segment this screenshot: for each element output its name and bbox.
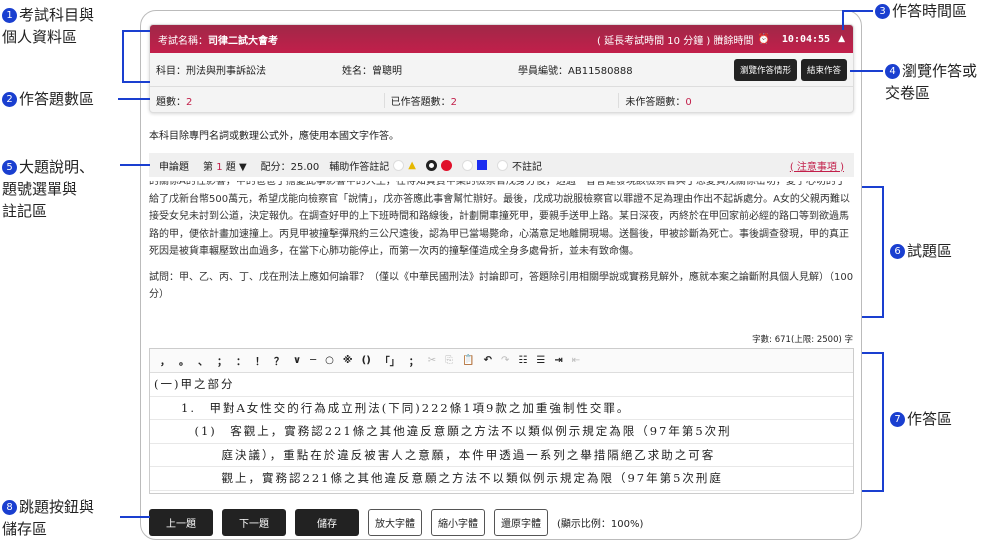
annotation-7: 7 作答區 bbox=[890, 408, 952, 430]
paste-icon[interactable]: 📋 bbox=[462, 355, 474, 366]
question-counts: 題數：2 已作答題數：2 未作答題數：0 bbox=[150, 87, 853, 112]
numbered-list-icon[interactable]: ☷ bbox=[518, 355, 527, 366]
punct-button[interactable]: ∨ bbox=[293, 355, 301, 366]
annotation-1: 1 考試科目與 個人資料區 bbox=[2, 6, 95, 46]
punct-button[interactable]: 「」 bbox=[380, 353, 400, 368]
notice-link[interactable]: ( 注意事項 ) bbox=[790, 158, 844, 173]
bullet-list-icon[interactable]: ☰ bbox=[536, 355, 545, 366]
annotation-8: 8 跳題按鈕與 儲存區 bbox=[2, 498, 95, 538]
alarm-icon: ⏰ bbox=[757, 33, 770, 45]
mark-radio-triangle[interactable] bbox=[393, 159, 405, 171]
editor-toolbar: ， 。、 ； ： ！ ？ ∨ ─ ○ ※ () 「」 ； ✂ ⎘ 📋 ↶ ↷ ☷ ☰ ⇥ ⇤ bbox=[150, 349, 853, 373]
undo-icon[interactable]: ↶ bbox=[484, 355, 492, 366]
annotation-2: 2 作答題數區 bbox=[2, 88, 94, 110]
unanswered-count: 未作答題數：0 bbox=[625, 96, 692, 108]
no-mark-label: 不註記 bbox=[511, 161, 542, 173]
mark-radio-none[interactable] bbox=[496, 159, 508, 171]
punct-button[interactable]: 。 bbox=[179, 353, 189, 368]
exam-name: 司律二試大會考 bbox=[208, 35, 278, 47]
answer-editor: ， 。、 ； ： ！ ？ ∨ ─ ○ ※ () 「」 ； ✂ ⎘ 📋 ↶ ↷ ☷ ☰ ⇥ ⇤ (一)甲之部分 1. 甲對A… bbox=[149, 348, 854, 494]
timer: 10:04:55 bbox=[781, 33, 831, 45]
font-increase-button[interactable]: 放大字體 bbox=[368, 509, 422, 536]
student-info: 科目：刑法與刑事訴訟法 姓名：曾聰明 學員編號：AB11580888 瀏覽作答情… bbox=[150, 53, 853, 87]
annotation-6: 6 試題區 bbox=[890, 240, 952, 262]
punct-button[interactable]: ， bbox=[160, 353, 170, 368]
subject: 科目：刑法與刑事訴訟法 bbox=[156, 66, 266, 77]
answer-line: 庭決議），重點在於違反被害人之意願，本件甲透過一系列之舉措隔絕乙求助之可客 bbox=[150, 444, 853, 467]
answer-line: (1) 客觀上，實務認221條之其他違反意願之方法不以類似例示規定為限（97年第… bbox=[150, 420, 853, 444]
navigation-bar: 上一題 下一題 儲存 放大字體 縮小字體 還原字體 (顯示比例：100%) bbox=[149, 509, 643, 536]
dropdown-icon: ▼ bbox=[238, 161, 247, 173]
outdent-icon[interactable]: ⇤ bbox=[572, 355, 580, 366]
punct-button[interactable]: ！ bbox=[255, 353, 265, 368]
answer-line: 觀上，實務認221條之其他違反意願之方法不以類似例示規定為限（97年第5次刑庭 bbox=[150, 467, 853, 491]
exam-label: 考試名稱： bbox=[158, 35, 208, 47]
question-selector[interactable]: 第 1 題 ▼ bbox=[203, 158, 247, 173]
punct-button[interactable]: ─ bbox=[310, 355, 316, 366]
cut-icon[interactable]: ✂ bbox=[428, 355, 436, 366]
exam-info-card: 考試名稱： 司律二試大會考 ( 延長考試時間 10 分鐘 ) 賸餘時間 ⏰ 10:… bbox=[149, 24, 854, 113]
annotation-5: 5 大題說明、 題號選單與 註記區 bbox=[2, 158, 95, 220]
exam-window: 考試名稱： 司律二試大會考 ( 延長考試時間 10 分鐘 ) 賸餘時間 ⏰ 10:… bbox=[140, 10, 862, 540]
punct-button[interactable]: ； bbox=[217, 353, 227, 368]
finish-exam-button[interactable]: 結束作答 bbox=[800, 58, 847, 81]
indent-icon[interactable]: ⇥ bbox=[554, 355, 562, 366]
answer-line: (一)甲之部分 bbox=[150, 373, 853, 397]
copy-icon[interactable]: ⎘ bbox=[445, 355, 453, 366]
review-answers-button[interactable]: 瀏覽作答情形 bbox=[733, 58, 797, 81]
question-prompt: 試問：甲、乙、丙、丁、戊在刑法上應如何論罪？（僅以《中華民國刑法》討論即可，答題… bbox=[149, 271, 854, 301]
mark-radio-circle[interactable] bbox=[425, 159, 437, 171]
question-text[interactable]: 的關係A的性影響，甲的爸爸丁擔憂此事影響甲的人生，在得知負責甲案的檢察官戊身分後… bbox=[149, 181, 854, 321]
triangle-icon: ▲ bbox=[408, 159, 416, 171]
punct-button[interactable]: ※ bbox=[343, 355, 353, 366]
word-count: 字數: 671(上限: 2500) 字 bbox=[752, 335, 853, 345]
collapse-icon[interactable]: ▲ bbox=[838, 34, 845, 44]
punct-button[interactable]: ： bbox=[236, 353, 246, 368]
prev-question-button[interactable]: 上一題 bbox=[149, 509, 213, 536]
student-name: 姓名：曾聰明 bbox=[342, 66, 402, 77]
save-button[interactable]: 儲存 bbox=[295, 509, 359, 536]
font-reset-button[interactable]: 還原字體 bbox=[494, 509, 548, 536]
punct-button[interactable]: () bbox=[362, 355, 371, 366]
redo-icon[interactable]: ↷ bbox=[501, 355, 509, 366]
student-id: 學員編號：AB11580888 bbox=[518, 66, 633, 77]
score: 配分：25.00 bbox=[260, 161, 320, 173]
annotation-4: 4 瀏覽作答或 交卷區 bbox=[885, 62, 978, 102]
punct-button[interactable]: ○ bbox=[325, 355, 334, 366]
red-circle-icon bbox=[440, 159, 452, 171]
answered-count: 已作答題數：2 bbox=[385, 92, 620, 108]
blue-square-icon bbox=[476, 160, 487, 170]
font-decrease-button[interactable]: 縮小字體 bbox=[431, 509, 485, 536]
mark-radio-square[interactable] bbox=[461, 159, 473, 171]
question-bar: 申論題 第 1 題 ▼ 配分：25.00 輔助作答註記 ▲ 不註記 ( 注意事項… bbox=[149, 153, 854, 177]
exam-header: 考試名稱： 司律二試大會考 ( 延長考試時間 10 分鐘 ) 賸餘時間 ⏰ 10:… bbox=[150, 25, 853, 53]
annotation-3: 3 作答時間區 bbox=[875, 0, 967, 22]
display-ratio: (顯示比例：100%) bbox=[557, 519, 644, 530]
extend-note: ( 延長考試時間 10 分鐘 ) 賸餘時間 bbox=[597, 35, 754, 47]
answer-line: 1. 甲對A女性交的行為成立刑法(下同)222條1項9款之加重強制性交罪。 bbox=[150, 397, 853, 420]
next-question-button[interactable]: 下一題 bbox=[222, 509, 286, 536]
question-type: 申論題 bbox=[159, 161, 189, 173]
question-paragraph: 的關係A的性影響，甲的爸爸丁擔憂此事影響甲的人生，在得知負責甲案的檢察官戊身分後… bbox=[149, 181, 850, 257]
punct-button[interactable]: ？ bbox=[274, 353, 284, 368]
total-count: 題數：2 bbox=[150, 92, 385, 108]
punct-button[interactable]: 、 bbox=[198, 353, 208, 368]
punct-button[interactable]: ； bbox=[409, 353, 419, 368]
mark-label: 輔助作答註記 bbox=[329, 161, 390, 173]
language-note: 本科目除專門名詞或數理公式外，應使用本國文字作答。 bbox=[149, 131, 399, 142]
answer-textarea[interactable]: (一)甲之部分 1. 甲對A女性交的行為成立刑法(下同)222條1項9款之加重強… bbox=[150, 373, 853, 491]
